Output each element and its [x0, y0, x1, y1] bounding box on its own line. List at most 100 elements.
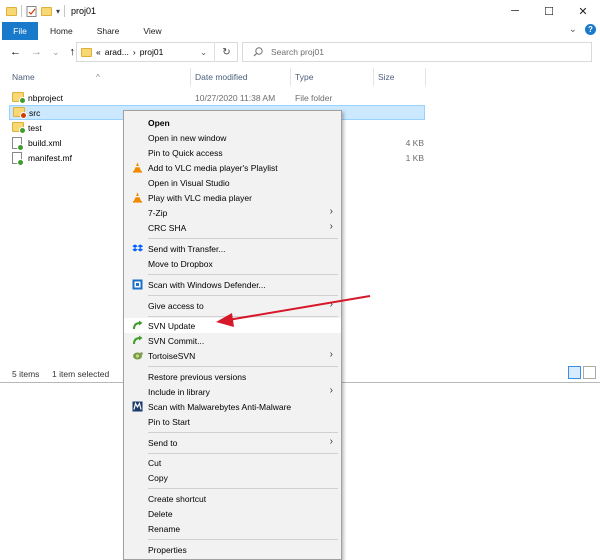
context-menu: Open Open in new window Pin to Quick acc… [123, 110, 342, 560]
menu-item-svn-commit[interactable]: SVN Commit... [124, 333, 341, 348]
file-svn-ok-icon [12, 152, 24, 166]
menu-item-include-library[interactable]: Include in library › [124, 384, 341, 399]
menu-item-crc-sha[interactable]: CRC SHA › [124, 220, 341, 235]
file-name: build.xml [28, 137, 62, 148]
menu-item-move-dropbox[interactable]: Move to Dropbox [124, 256, 341, 271]
menu-item-pin-quick-access[interactable]: Pin to Quick access [124, 145, 341, 160]
large-icons-view-button[interactable] [583, 366, 596, 379]
vlc-icon [133, 162, 142, 173]
menu-label: Pin to Quick access [148, 148, 223, 158]
separator [64, 5, 66, 17]
menu-item-open[interactable]: Open [124, 115, 341, 130]
menu-item-properties[interactable]: Properties [124, 542, 341, 557]
forward-button[interactable]: → [31, 46, 42, 58]
tab-view[interactable]: View [131, 22, 173, 40]
refresh-button[interactable]: ↻ [214, 42, 238, 62]
help-icon[interactable]: ? [585, 24, 596, 35]
view-toggle [568, 366, 596, 379]
up-button[interactable]: ↑ [70, 46, 76, 58]
menu-label: Give access to [148, 301, 204, 311]
window-controls: ─ ☐ ✕ [498, 0, 600, 22]
details-view-button[interactable] [568, 366, 581, 379]
menu-item-pin-start[interactable]: Pin to Start [124, 414, 341, 429]
menu-item-vlc-play[interactable]: Play with VLC media player [124, 190, 341, 205]
submenu-arrow-icon: › [329, 349, 333, 360]
folder-icon [6, 6, 17, 16]
breadcrumb-current[interactable]: proj01 [140, 47, 164, 57]
file-size: 1 KB [405, 152, 424, 163]
menu-label: Pin to Start [148, 417, 191, 427]
folder-icon [81, 47, 92, 57]
column-divider[interactable] [425, 68, 426, 86]
selection-count: 1 item selected [52, 369, 110, 379]
maximize-button[interactable]: ☐ [532, 0, 566, 22]
menu-label: TortoiseSVN [148, 351, 196, 361]
menu-separator [148, 539, 338, 540]
menu-item-cut[interactable]: Cut [124, 455, 341, 470]
customize-toolbar-icon[interactable]: ▾ [56, 7, 60, 16]
windows-defender-icon [132, 279, 143, 290]
properties-icon[interactable] [26, 5, 37, 17]
menu-separator [148, 295, 338, 296]
title-bar: ▾ proj01 ─ ☐ ✕ [0, 0, 600, 22]
menu-item-malwarebytes[interactable]: Scan with Malwarebytes Anti-Malware [124, 399, 341, 414]
chevron-down-icon[interactable]: ⌄ [200, 48, 207, 57]
svn-update-icon [133, 320, 143, 330]
tab-file[interactable]: File [2, 22, 38, 40]
file-size: 4 KB [405, 137, 424, 148]
menu-item-copy[interactable]: Copy [124, 470, 341, 485]
column-name[interactable]: Name [12, 72, 35, 82]
submenu-arrow-icon: › [329, 436, 333, 447]
tortoisesvn-icon [133, 352, 143, 360]
file-row-nbproject[interactable]: nbproject 10/27/2020 11:38 AM File folde… [0, 90, 600, 105]
menu-item-windows-defender[interactable]: Scan with Windows Defender... [124, 277, 341, 292]
breadcrumb-parent[interactable]: arad... [105, 47, 129, 57]
tab-home[interactable]: Home [38, 22, 85, 40]
svn-commit-icon [133, 335, 143, 345]
menu-label: CRC SHA [148, 223, 187, 233]
menu-item-restore-versions[interactable]: Restore previous versions [124, 369, 341, 384]
breadcrumb-separator[interactable]: › [133, 47, 136, 57]
new-folder-icon[interactable] [41, 6, 52, 16]
file-name: src [29, 107, 41, 118]
menu-item-rename[interactable]: Rename [124, 521, 341, 536]
menu-item-send-transfer[interactable]: Send with Transfer... [124, 241, 341, 256]
menu-separator [148, 488, 338, 489]
column-divider[interactable] [290, 68, 291, 86]
column-type[interactable]: Type [295, 72, 313, 82]
menu-item-create-shortcut[interactable]: Create shortcut [124, 491, 341, 506]
tab-share[interactable]: Share [85, 22, 132, 40]
search-input[interactable]: Search proj01 [242, 42, 592, 62]
back-button[interactable]: ← [10, 46, 21, 58]
menu-item-send-to[interactable]: Send to › [124, 435, 341, 450]
menu-item-svn-update[interactable]: SVN Update [124, 318, 341, 333]
menu-label: Restore previous versions [148, 372, 247, 382]
menu-label: Move to Dropbox [148, 259, 213, 269]
expand-ribbon-icon[interactable]: ⌄ [569, 24, 577, 35]
menu-item-7zip[interactable]: 7-Zip › [124, 205, 341, 220]
close-button[interactable]: ✕ [566, 0, 600, 22]
column-size[interactable]: Size [378, 72, 395, 82]
dropbox-icon [132, 244, 143, 252]
window-title: proj01 [71, 6, 97, 16]
menu-item-open-new-window[interactable]: Open in new window [124, 130, 341, 145]
minimize-button[interactable]: ─ [498, 0, 532, 22]
recent-locations-button[interactable]: ⌄ [52, 47, 60, 58]
breadcrumb-prefix[interactable]: « [96, 47, 101, 57]
vlc-icon [133, 192, 142, 203]
column-divider[interactable] [373, 68, 374, 86]
column-date[interactable]: Date modified [195, 72, 247, 82]
menu-label: Add to VLC media player's Playlist [148, 163, 278, 173]
menu-item-delete[interactable]: Delete [124, 506, 341, 521]
file-svn-ok-icon [12, 137, 24, 151]
column-divider[interactable] [190, 68, 191, 86]
column-headers: ^ Name Date modified Type Size [0, 68, 600, 86]
menu-item-give-access[interactable]: Give access to › [124, 298, 341, 313]
menu-item-open-visual-studio[interactable]: Open in Visual Studio [124, 175, 341, 190]
nav-buttons: ← → ⌄ ↑ [10, 46, 75, 58]
menu-separator [148, 316, 338, 317]
item-count: 5 items [12, 369, 40, 379]
menu-label: Include in library [148, 387, 210, 397]
menu-item-tortoisesvn[interactable]: TortoiseSVN › [124, 348, 341, 363]
menu-item-vlc-playlist[interactable]: Add to VLC media player's Playlist [124, 160, 341, 175]
